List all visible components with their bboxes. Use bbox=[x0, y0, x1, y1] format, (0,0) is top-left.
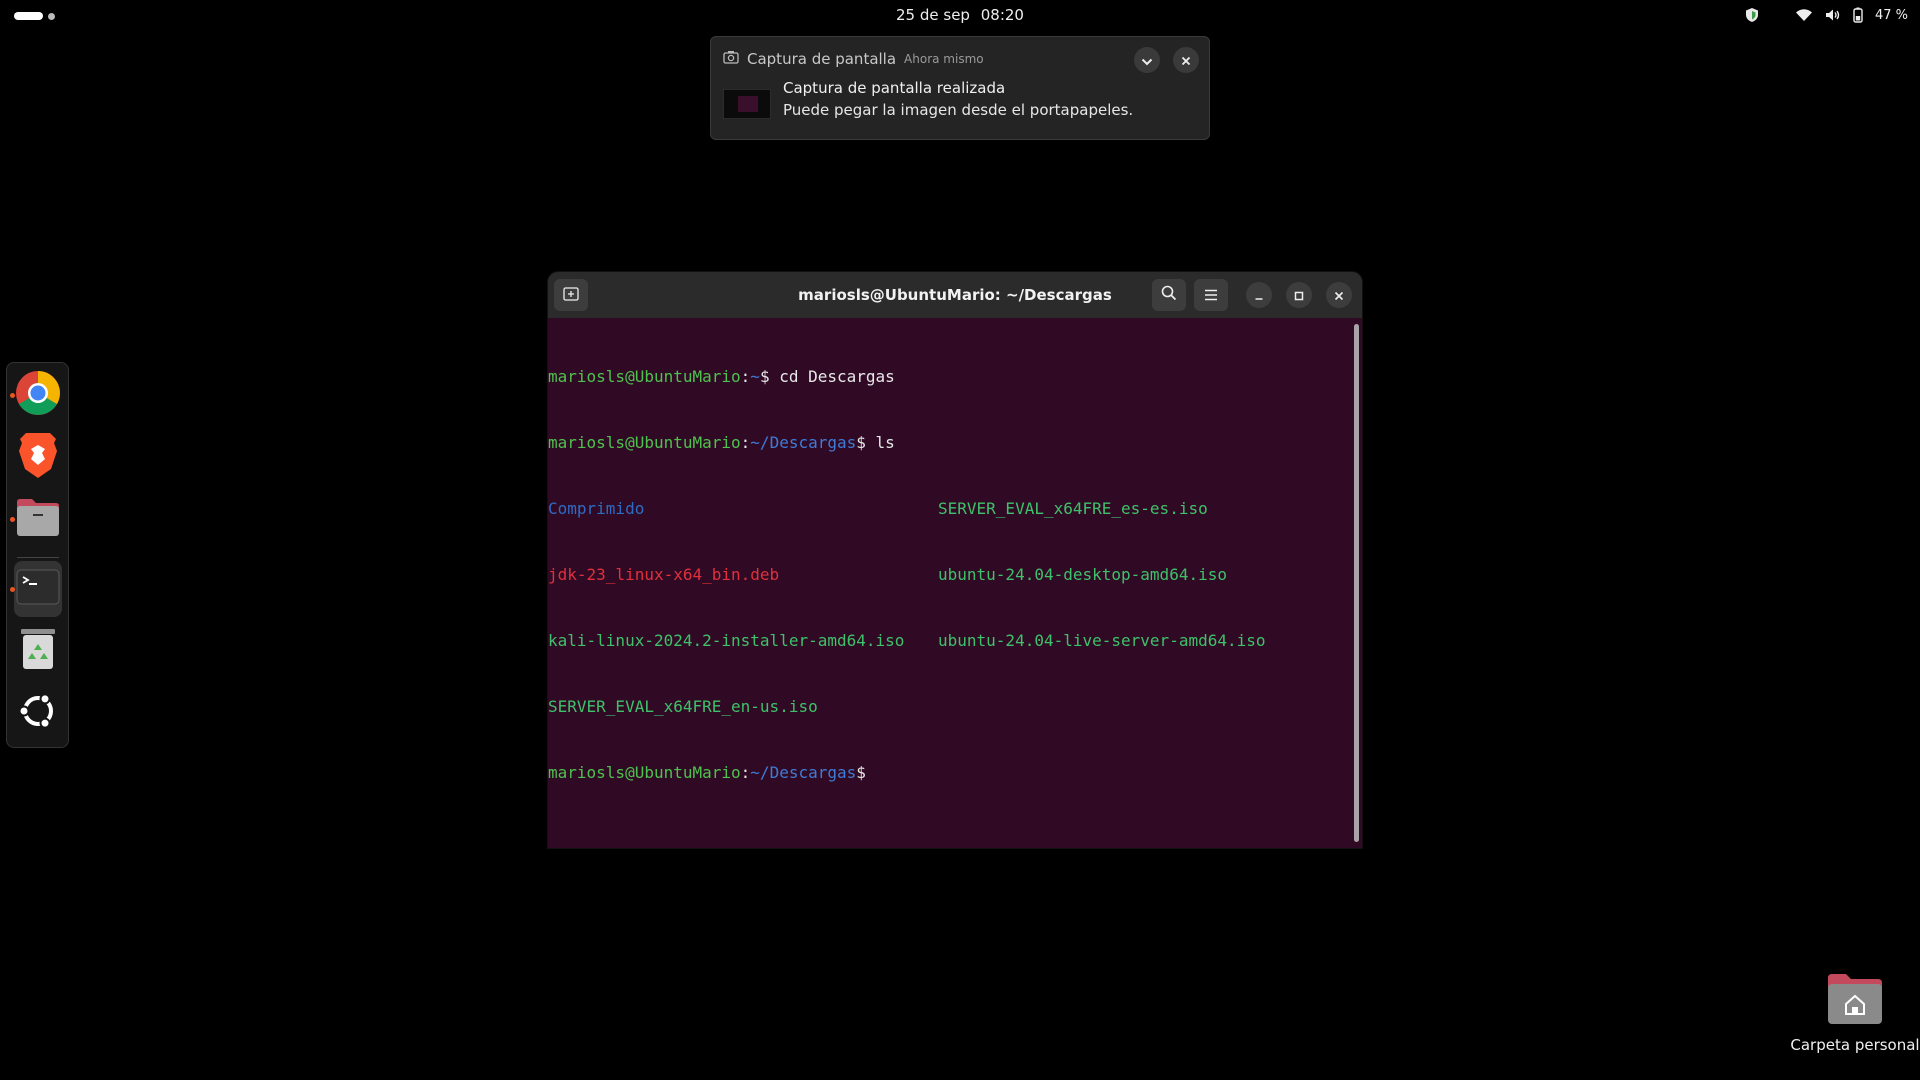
prompt-colon: : bbox=[740, 763, 751, 782]
folder-icon bbox=[15, 496, 61, 542]
terminal-line: mariosls@UbuntuMario:~$ cd Descargas bbox=[548, 366, 1348, 388]
ls-file-entry: SERVER_EVAL_x64FRE_es-es.iso bbox=[938, 499, 1208, 518]
prompt-colon: : bbox=[740, 367, 751, 386]
terminal-line: jdk-23_linux-x64_bin.deb ubuntu-24.04-des… bbox=[548, 564, 1348, 586]
chevron-down-icon bbox=[1141, 51, 1153, 70]
prompt-path: ~/Descargas bbox=[750, 433, 857, 452]
prompt-symbol: $ bbox=[759, 367, 770, 386]
desktop-icon-label: Carpeta personal bbox=[1790, 1036, 1920, 1054]
terminal-window[interactable]: mariosls@UbuntuMario: ~/Descargas marios… bbox=[548, 272, 1362, 848]
prompt-symbol: $ bbox=[856, 433, 866, 452]
clock[interactable]: 25 de sep 08:20 bbox=[0, 6, 1920, 24]
prompt-path: ~ bbox=[750, 367, 760, 386]
trash-icon bbox=[20, 627, 56, 675]
close-icon bbox=[1334, 286, 1344, 305]
terminal-line: mariosls@UbuntuMario:~/Descargas$ bbox=[548, 762, 1348, 784]
running-indicator bbox=[10, 587, 15, 592]
maximize-button[interactable] bbox=[1286, 282, 1312, 308]
ls-file-entry: SERVER_EVAL_x64FRE_en-us.iso bbox=[548, 697, 818, 716]
battery-icon[interactable] bbox=[1853, 7, 1863, 23]
terminal-line: Comprimido SERVER_EVAL_x64FRE_es-es.iso bbox=[548, 498, 1348, 520]
close-notification-button[interactable] bbox=[1173, 47, 1199, 73]
running-indicator bbox=[10, 517, 15, 522]
ls-file-entry: ubuntu-24.04-live-server-amd64.iso bbox=[938, 631, 1266, 650]
shield-icon[interactable] bbox=[1745, 7, 1759, 23]
screenshot-notification[interactable]: Captura de pantalla Ahora mismo Captura … bbox=[710, 36, 1210, 140]
running-indicator bbox=[10, 393, 15, 398]
prompt-symbol: $ bbox=[856, 763, 866, 782]
brave-icon bbox=[17, 431, 59, 483]
top-bar: 25 de sep 08:20 47 % bbox=[0, 0, 1920, 32]
ls-file-entry: ubuntu-24.04-desktop-amd64.iso bbox=[938, 565, 1227, 584]
notification-header: Captura de pantalla Ahora mismo bbox=[723, 49, 984, 68]
dock-item-chrome[interactable] bbox=[10, 370, 62, 420]
clock-date: 25 de sep bbox=[896, 6, 970, 24]
search-icon bbox=[1161, 285, 1177, 305]
close-window-button[interactable] bbox=[1326, 282, 1352, 308]
ubuntu-logo-icon bbox=[18, 691, 58, 735]
battery-percentage: 47 % bbox=[1874, 7, 1908, 23]
desktop-home-folder[interactable]: Carpeta personal bbox=[1790, 970, 1920, 1060]
home-folder-icon bbox=[1826, 972, 1884, 1030]
notification-title: Captura de pantalla realizada bbox=[783, 79, 1006, 97]
chrome-icon bbox=[15, 370, 61, 420]
wifi-icon[interactable] bbox=[1795, 8, 1813, 22]
prompt-colon: : bbox=[740, 433, 751, 452]
notification-body: Puede pegar la imagen desde el portapape… bbox=[783, 101, 1134, 119]
prompt-user-host: mariosls@UbuntuMario bbox=[548, 433, 741, 452]
notification-time: Ahora mismo bbox=[904, 51, 984, 66]
ls-directory-entry: Comprimido bbox=[548, 499, 645, 518]
volume-icon[interactable] bbox=[1825, 8, 1841, 22]
prompt-user-host: mariosls@UbuntuMario bbox=[548, 367, 741, 386]
screenshot-icon bbox=[723, 49, 739, 68]
clock-time: 08:20 bbox=[980, 6, 1024, 24]
terminal-output[interactable]: mariosls@UbuntuMario:~$ cd Descargas mar… bbox=[548, 318, 1348, 828]
ls-file-entry: kali-linux-2024.2-installer-amd64.iso bbox=[548, 631, 905, 650]
search-button[interactable] bbox=[1152, 279, 1186, 311]
dock-separator bbox=[17, 557, 59, 558]
dock-item-brave[interactable] bbox=[14, 433, 62, 481]
ls-file-entry: jdk-23_linux-x64_bin.deb bbox=[548, 565, 780, 584]
prompt-user-host: mariosls@UbuntuMario bbox=[548, 763, 741, 782]
close-icon bbox=[1181, 51, 1191, 70]
terminal-icon bbox=[16, 569, 60, 609]
notification-app-name: Captura de pantalla bbox=[747, 49, 897, 68]
expand-notification-button[interactable] bbox=[1134, 47, 1160, 73]
dock-item-terminal[interactable] bbox=[10, 561, 62, 617]
minimize-button[interactable] bbox=[1246, 282, 1272, 308]
dock bbox=[6, 362, 69, 748]
command-text: ls bbox=[865, 433, 895, 452]
hamburger-menu-icon bbox=[1204, 286, 1218, 305]
dock-item-files[interactable] bbox=[10, 495, 62, 543]
command-text: cd Descargas bbox=[769, 367, 895, 386]
screenshot-thumbnail bbox=[723, 89, 771, 119]
terminal-header-bar[interactable]: mariosls@UbuntuMario: ~/Descargas bbox=[548, 272, 1362, 318]
terminal-line: SERVER_EVAL_x64FRE_en-us.iso bbox=[548, 696, 1348, 718]
terminal-title: mariosls@UbuntuMario: ~/Descargas bbox=[798, 286, 1112, 304]
menu-button[interactable] bbox=[1194, 279, 1228, 311]
dock-item-trash[interactable] bbox=[14, 627, 62, 675]
dock-item-show-apps[interactable] bbox=[14, 689, 62, 737]
prompt-path: ~/Descargas bbox=[750, 763, 857, 782]
terminal-line: kali-linux-2024.2-installer-amd64.iso ubu… bbox=[548, 630, 1348, 652]
system-tray[interactable]: 47 % bbox=[1745, 7, 1908, 23]
terminal-scrollbar[interactable] bbox=[1354, 324, 1359, 842]
terminal-line: mariosls@UbuntuMario:~/Descargas$ ls bbox=[548, 432, 1348, 454]
minimize-icon bbox=[1254, 286, 1264, 305]
maximize-icon bbox=[1294, 286, 1304, 305]
